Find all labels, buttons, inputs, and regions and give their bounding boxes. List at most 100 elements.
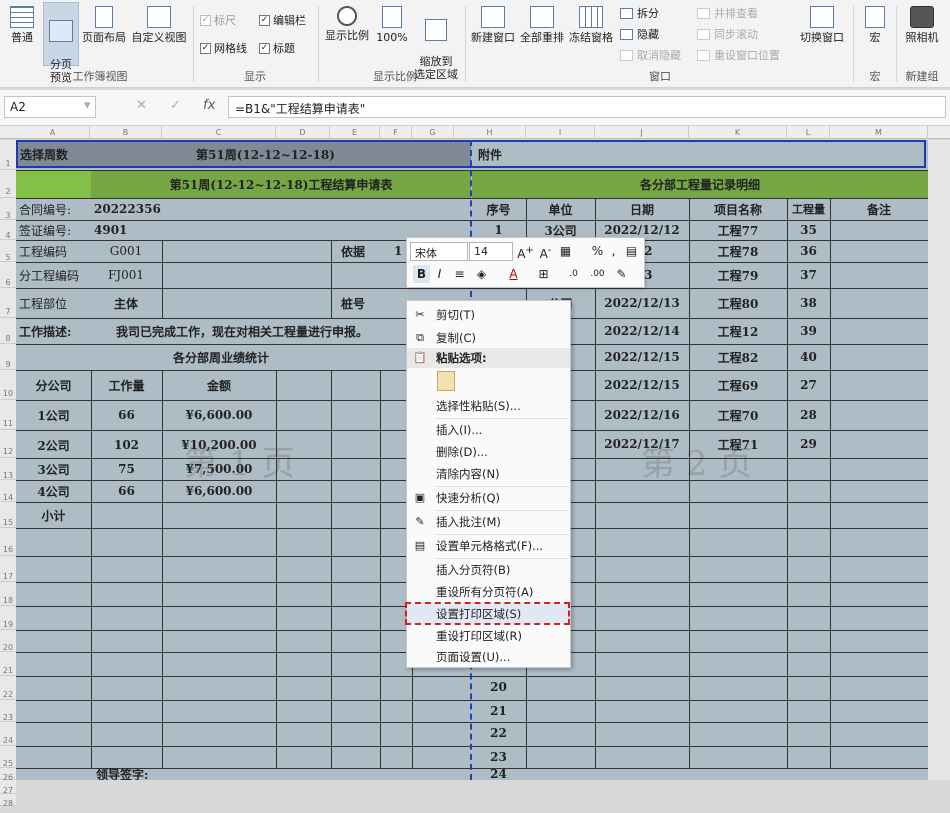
cell-rhdr-note[interactable]: 备注 [830, 198, 928, 220]
paste-clipboard-icon[interactable] [437, 371, 455, 391]
row-header[interactable]: 28 [0, 794, 16, 808]
cell-work[interactable]: 75 [91, 458, 162, 480]
column-header[interactable]: F [380, 126, 412, 139]
sync-scroll-button[interactable]: 同步滚动 [697, 26, 758, 42]
cell-dept-value[interactable]: 主体 [91, 288, 161, 318]
menu-insert-comment[interactable]: ✎ 插入批注(M) [407, 512, 570, 532]
menu-format-cells[interactable]: ▤ 设置单元格格式(F)... [407, 536, 570, 556]
cell-attachment[interactable]: 附件 [478, 140, 538, 168]
cancel-icon[interactable]: ✕ [136, 98, 147, 113]
cell-rhdr-unit[interactable]: 单位 [526, 198, 595, 220]
cell-dept-label[interactable]: 工程部位 [19, 288, 89, 318]
row-header[interactable]: 18 [0, 582, 16, 606]
cell-rhdr-proj[interactable]: 项目名称 [689, 198, 787, 220]
row-header[interactable]: 19 [0, 606, 16, 630]
switch-windows-button[interactable]: 切换窗口 [795, 2, 849, 64]
cell-rec-date[interactable]: 2022/12/14 [595, 318, 689, 344]
cell-detail-title[interactable]: 各分部工程量记录明细 [472, 170, 928, 198]
cell-rec-no[interactable]: 20 [471, 676, 526, 698]
menu-copy[interactable]: ⧉ 复制(C) [407, 328, 570, 348]
row-header[interactable]: 21 [0, 652, 16, 676]
menu-clear-contents[interactable]: 清除内容(N) [407, 464, 570, 484]
zoom-100-button[interactable]: 100% [374, 2, 410, 64]
format-painter-icon[interactable]: ▤ [623, 242, 640, 260]
cell-proj-code-label[interactable]: 工程编码 [19, 240, 89, 262]
side-by-side-button[interactable]: 并排查看 [697, 5, 758, 21]
cell-rec-qty[interactable]: 27 [787, 370, 830, 400]
accounting-format-icon[interactable]: ▦ [557, 242, 574, 260]
page-break-preview-button[interactable]: 分页 预览 [43, 2, 79, 84]
shrink-font-icon[interactable]: A- [537, 242, 554, 261]
column-header[interactable]: L [787, 126, 830, 139]
grow-font-icon[interactable]: A+ [517, 242, 534, 261]
new-window-button[interactable]: 新建窗口 [469, 2, 517, 64]
cell-rec-proj[interactable]: 工程70 [689, 400, 787, 430]
cell-rec-date[interactable]: 2022/12/15 [595, 344, 689, 370]
cell-contract-label[interactable]: 合同编号: [19, 198, 89, 220]
column-header[interactable]: E [330, 126, 380, 139]
menu-reset-print-area[interactable]: 重设打印区域(R) [407, 626, 570, 646]
cell-rec-qty[interactable]: 38 [787, 288, 830, 318]
enter-icon[interactable]: ✓ [170, 98, 181, 113]
column-header[interactable]: C [162, 126, 276, 139]
freeze-panes-button[interactable]: 冻结窗格 [567, 2, 615, 64]
page-layout-button[interactable]: 页面布局 [81, 2, 127, 64]
cell-desc-value[interactable]: 我司已完成工作，现在对相关工程量进行申报。 [116, 318, 416, 344]
align-center-icon[interactable]: ≡ [451, 265, 468, 283]
cell-rec-qty[interactable]: 39 [787, 318, 830, 344]
cell-rec-qty[interactable]: 36 [787, 240, 830, 262]
formula-bar-checkbox[interactable]: ✓ 编辑栏 [259, 12, 306, 28]
cell-rec-no[interactable]: 24 [471, 767, 526, 780]
cell-basis-label[interactable]: 依据 [341, 240, 381, 262]
cell-work[interactable]: 66 [91, 480, 162, 502]
row-header[interactable]: 7 [0, 288, 16, 318]
ruler-checkbox[interactable]: ✓ 标尺 [200, 12, 236, 28]
cell-rec-date[interactable]: 2022/12/15 [595, 370, 689, 400]
decrease-decimal-icon[interactable]: .00 [589, 265, 606, 283]
gridlines-checkbox[interactable]: ✓ 网格线 [200, 40, 247, 56]
cell-select-week[interactable]: 选择周数 [20, 140, 100, 168]
cell-amount[interactable]: ¥10,200.00 [162, 430, 276, 460]
row-header[interactable]: 6 [0, 262, 16, 288]
row-header[interactable]: 11 [0, 400, 16, 430]
custom-views-button[interactable]: 自定义视图 [129, 2, 189, 64]
row-header[interactable]: 16 [0, 528, 16, 556]
column-header[interactable]: J [595, 126, 689, 139]
increase-decimal-icon[interactable]: .0 [565, 265, 582, 283]
row-header[interactable]: 17 [0, 556, 16, 582]
cell-company[interactable]: 3公司 [16, 458, 91, 480]
row-header[interactable]: 14 [0, 480, 16, 502]
column-header[interactable]: G [412, 126, 454, 139]
cell-rec-date[interactable]: 2022/12/17 [595, 430, 689, 458]
vertical-scrollbar[interactable] [928, 140, 950, 780]
cell-rec-qty[interactable]: 40 [787, 344, 830, 370]
cell-rec-proj[interactable]: 工程77 [689, 220, 787, 240]
row-header[interactable]: 13 [0, 458, 16, 480]
cell-rec-date[interactable]: 2022/12/16 [595, 400, 689, 430]
cell-subtotal[interactable]: 小计 [16, 502, 91, 528]
menu-insert-page-break[interactable]: 插入分页符(B) [407, 560, 570, 580]
font-size-select[interactable]: 14 [469, 242, 513, 261]
cell-rec-qty[interactable]: 29 [787, 430, 830, 458]
cell-rec-qty[interactable]: 37 [787, 262, 830, 288]
cell-rec-no[interactable]: 23 [471, 746, 526, 768]
borders-icon[interactable]: ⊞ [535, 265, 552, 283]
cell-amount[interactable]: ¥7,500.00 [162, 458, 276, 480]
unhide-button[interactable]: 取消隐藏 [620, 47, 681, 63]
cell-rec-date[interactable]: 2022/12/13 [595, 288, 689, 318]
row-header[interactable]: 3 [0, 198, 16, 220]
row-header[interactable]: 15 [0, 502, 16, 528]
cell-rec-proj[interactable]: 工程71 [689, 430, 787, 458]
cell-sub-code-value[interactable]: FJ001 [91, 262, 161, 288]
cell-rec-proj[interactable]: 工程78 [689, 240, 787, 262]
cell-company[interactable]: 1公司 [16, 400, 91, 430]
row-header[interactable]: 25 [0, 746, 16, 768]
cell-rec-proj[interactable]: 工程69 [689, 370, 787, 400]
menu-quick-analysis[interactable]: ▣ 快速分析(Q) [407, 488, 570, 508]
row-header[interactable]: 9 [0, 344, 16, 370]
row-header[interactable]: 22 [0, 676, 16, 700]
column-header[interactable]: H [454, 126, 526, 139]
cell-rec-proj[interactable]: 工程12 [689, 318, 787, 344]
cell-rec-qty[interactable]: 35 [787, 220, 830, 240]
insert-function-icon[interactable]: fx [203, 98, 215, 113]
